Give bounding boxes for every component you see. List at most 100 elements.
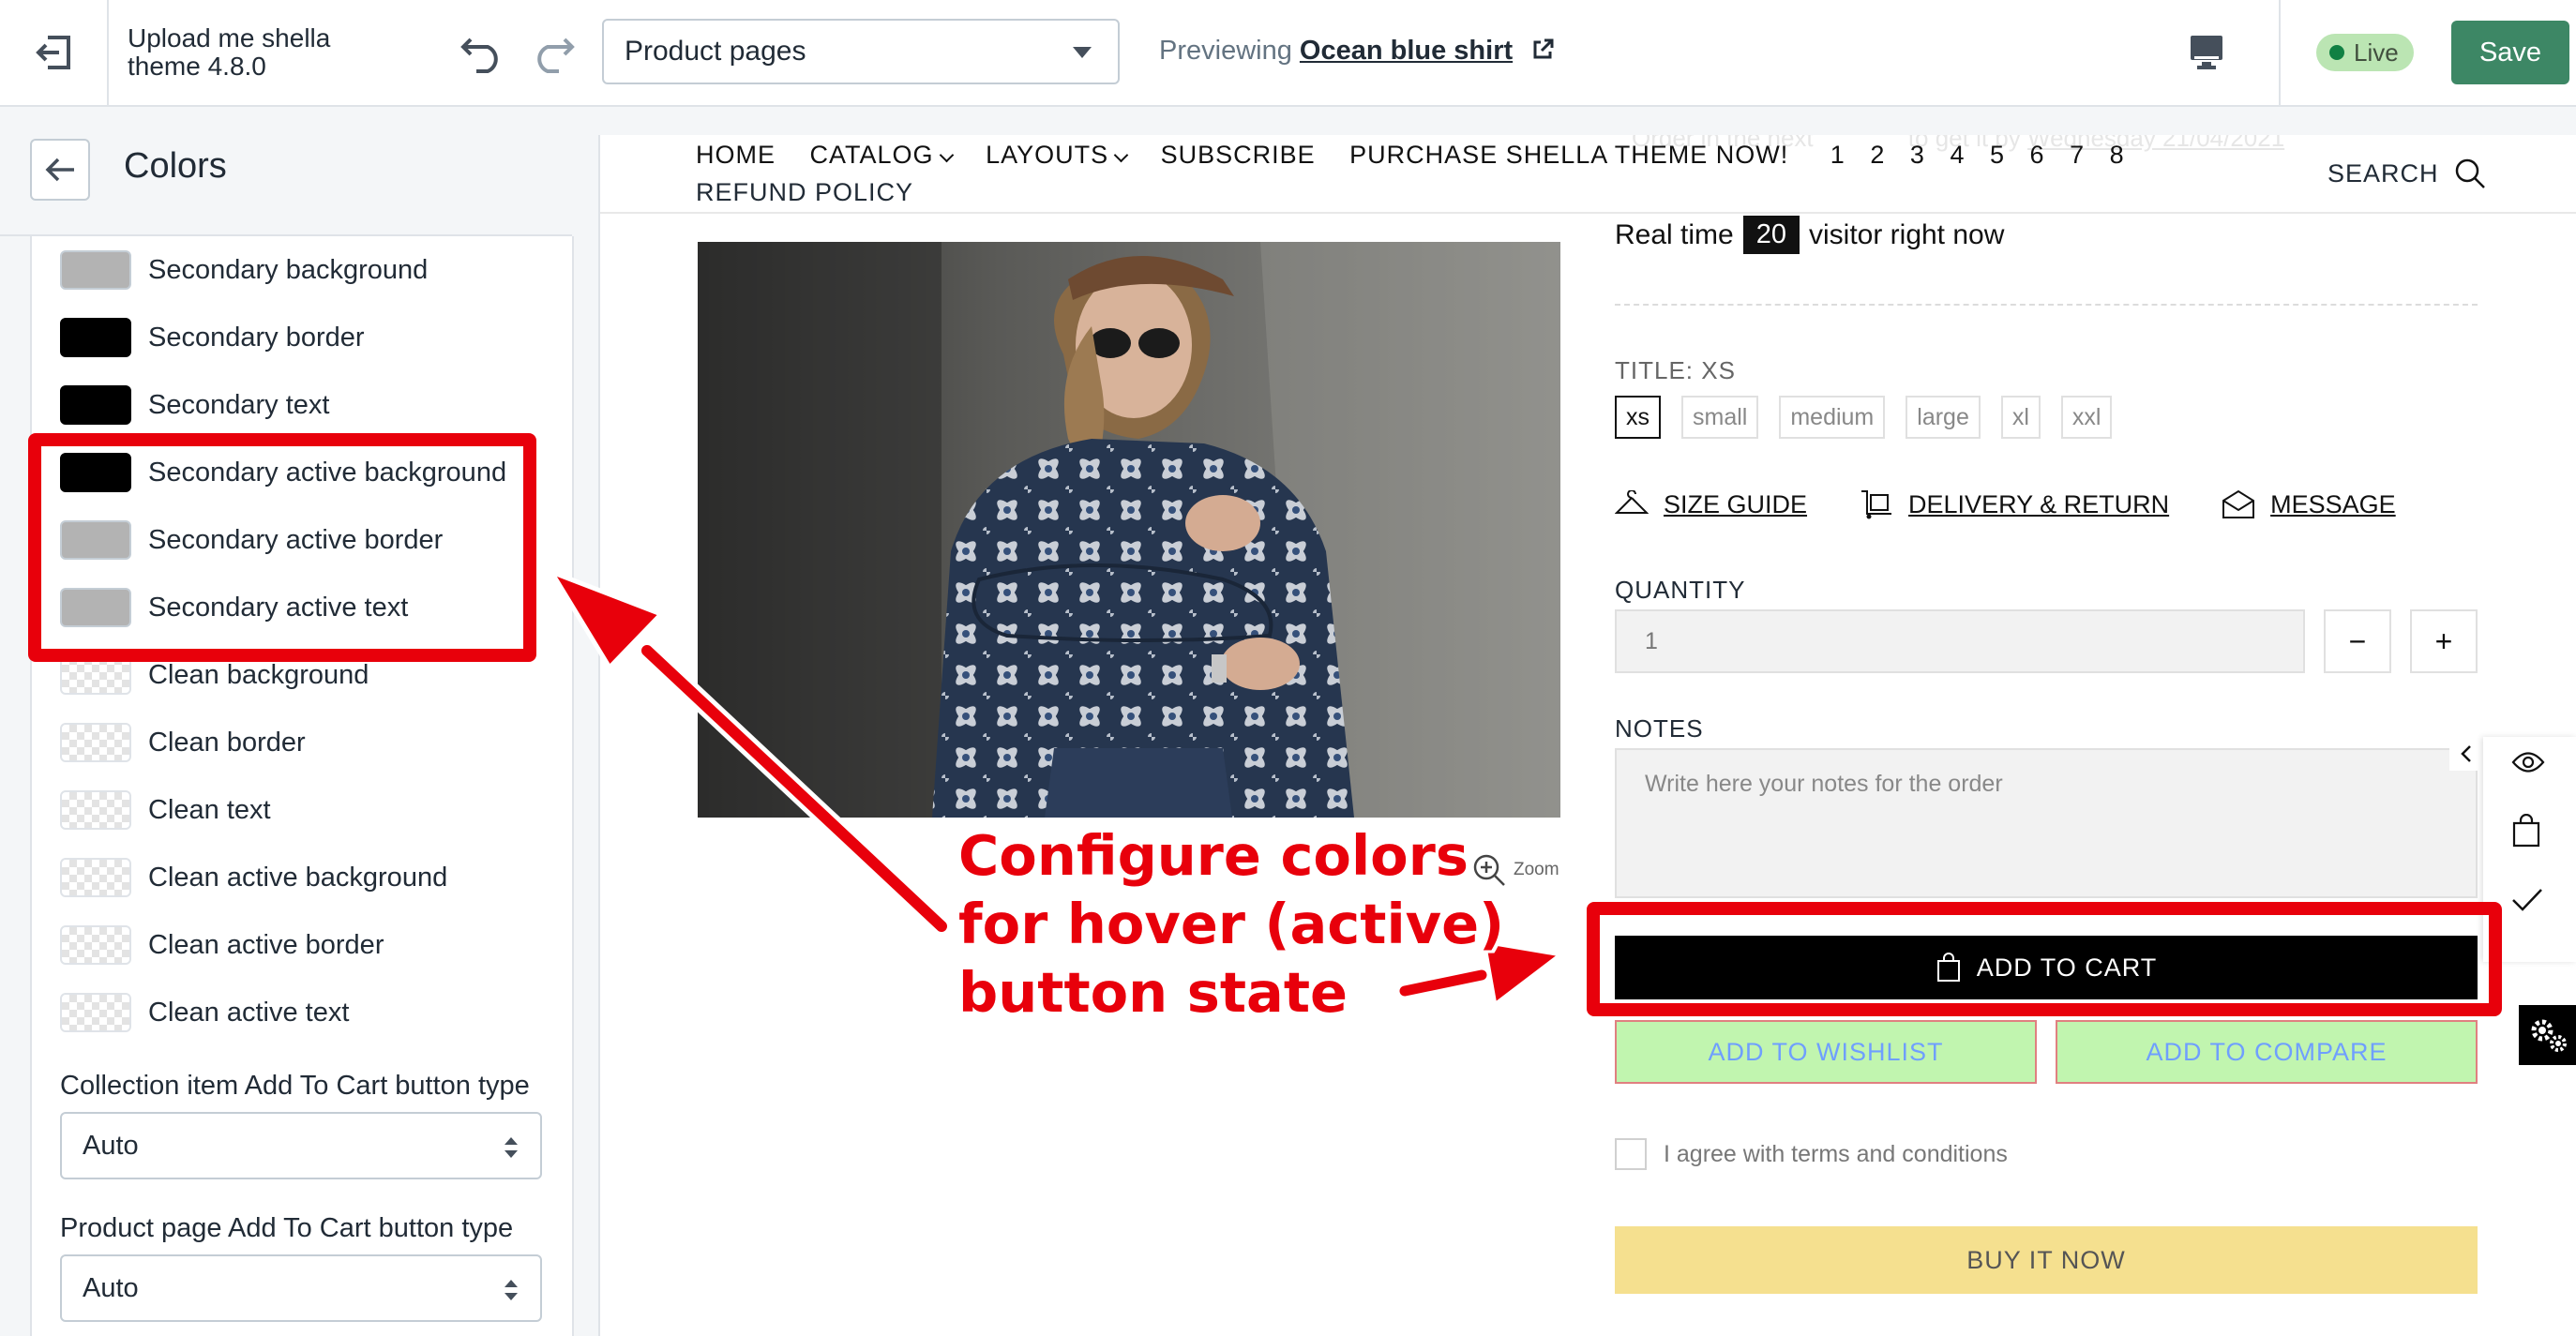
- colors-settings-list: Secondary background Secondary border Se…: [30, 236, 574, 1336]
- nav-number-link[interactable]: 8: [2110, 141, 2125, 170]
- variant-title-label: TITLE: XS: [1615, 356, 1736, 384]
- color-swatch[interactable]: [60, 520, 131, 560]
- color-setting-label: Clean text: [148, 794, 271, 825]
- chevron-down-icon: [1113, 147, 1129, 163]
- desktop-view-icon[interactable]: [2189, 34, 2224, 71]
- terms-checkbox-row[interactable]: I agree with terms and conditions: [1615, 1138, 2008, 1170]
- add-to-compare-button[interactable]: ADD TO COMPARE: [2056, 1020, 2478, 1084]
- nav-number-link[interactable]: 1: [1830, 141, 1845, 170]
- external-link-icon[interactable]: [1531, 38, 1554, 61]
- product-cart-type-select[interactable]: Auto: [60, 1254, 542, 1322]
- main-navigation: HOME CATALOG LAYOUTS SUBSCRIBE PURCHASE …: [696, 141, 2142, 170]
- color-setting-row[interactable]: Secondary active text: [60, 581, 408, 634]
- nav-home[interactable]: HOME: [696, 141, 776, 170]
- size-option-large[interactable]: large: [1906, 396, 1981, 439]
- color-setting-label: Secondary background: [148, 254, 429, 285]
- caret-down-icon: [1073, 47, 1092, 58]
- color-setting-label: Clean active background: [148, 862, 448, 893]
- quantity-input[interactable]: 1: [1615, 609, 2305, 673]
- color-setting-label: Secondary text: [148, 389, 330, 420]
- nav-layouts[interactable]: LAYOUTS: [986, 141, 1129, 170]
- exit-editor-button[interactable]: [0, 0, 109, 105]
- check-icon[interactable]: [2511, 887, 2543, 913]
- back-button[interactable]: [30, 139, 90, 201]
- color-setting-row[interactable]: Secondary active border: [60, 514, 443, 566]
- nav-catalog[interactable]: CATALOG: [810, 141, 954, 170]
- nav-number-link[interactable]: 5: [1990, 141, 2005, 170]
- collection-cart-type-select[interactable]: Auto: [60, 1112, 542, 1179]
- color-swatch[interactable]: [60, 250, 131, 290]
- shopping-bag-icon[interactable]: [2511, 814, 2541, 848]
- add-to-wishlist-button[interactable]: ADD TO WISHLIST: [1615, 1020, 2037, 1084]
- nav-subscribe[interactable]: SUBSCRIBE: [1161, 141, 1316, 170]
- chevron-left-icon: [2461, 745, 2471, 762]
- color-swatch[interactable]: [60, 318, 131, 357]
- color-setting-row[interactable]: Clean background: [60, 649, 369, 701]
- color-setting-row[interactable]: Secondary background: [60, 244, 428, 296]
- storefront-preview: Order in the next to get it by Wednesday…: [598, 135, 2576, 1336]
- size-guide-label: SIZE GUIDE: [1664, 489, 1808, 518]
- settings-gear-button[interactable]: [2519, 1005, 2576, 1065]
- nav-number-link[interactable]: 2: [1870, 141, 1885, 170]
- buy-it-now-button[interactable]: BUY IT NOW: [1615, 1226, 2478, 1294]
- color-setting-row[interactable]: Secondary active background: [60, 446, 506, 499]
- color-swatch[interactable]: [60, 858, 131, 897]
- terms-checkbox[interactable]: [1615, 1138, 1647, 1170]
- color-swatch[interactable]: [60, 925, 131, 965]
- color-setting-label: Clean background: [148, 659, 369, 690]
- color-swatch[interactable]: [60, 385, 131, 425]
- color-swatch[interactable]: [60, 588, 131, 627]
- color-swatch[interactable]: [60, 723, 131, 762]
- color-swatch[interactable]: [60, 655, 131, 695]
- nav-purchase[interactable]: PURCHASE SHELLA THEME NOW!: [1349, 141, 1788, 170]
- color-setting-row[interactable]: Clean border: [60, 716, 306, 769]
- nav-number-link[interactable]: 6: [2030, 141, 2045, 170]
- add-to-cart-button[interactable]: ADD TO CART: [1615, 936, 2478, 999]
- quantity-decrease-button[interactable]: −: [2324, 609, 2391, 673]
- panel-title: Colors: [124, 146, 227, 186]
- message-link[interactable]: MESSAGE: [2222, 489, 2396, 519]
- size-option-xxl[interactable]: xxl: [2060, 396, 2113, 439]
- zoom-label: Zoom: [1514, 860, 1559, 879]
- shopping-bag-icon: [1936, 953, 1960, 982]
- color-swatch[interactable]: [60, 993, 131, 1032]
- color-setting-row[interactable]: Clean active text: [60, 986, 349, 1039]
- redo-icon[interactable]: [531, 30, 576, 73]
- size-option-small[interactable]: small: [1681, 396, 1759, 439]
- quantity-increase-button[interactable]: +: [2410, 609, 2478, 673]
- nav-number-link[interactable]: 7: [2070, 141, 2085, 170]
- nav-number-link[interactable]: 3: [1910, 141, 1925, 170]
- color-swatch[interactable]: [60, 453, 131, 492]
- nav-refund-policy[interactable]: REFUND POLICY: [696, 178, 913, 207]
- live-label: Live: [2354, 38, 2399, 67]
- color-setting-row[interactable]: Secondary text: [60, 379, 329, 431]
- page-type-select[interactable]: Product pages: [602, 19, 1120, 84]
- nav-number-link[interactable]: 4: [1950, 141, 1965, 170]
- undo-icon[interactable]: [459, 30, 505, 73]
- product-info-links: SIZE GUIDE DELIVERY & RETURN MESSAGE: [1615, 489, 2396, 519]
- header-divider: [600, 212, 2576, 214]
- color-setting-row[interactable]: Secondary border: [60, 311, 365, 364]
- delivery-return-link[interactable]: DELIVERY & RETURN: [1860, 489, 2169, 519]
- color-swatch[interactable]: [60, 790, 131, 830]
- eye-icon[interactable]: [2511, 750, 2545, 774]
- tools-collapse-button[interactable]: [2449, 737, 2483, 771]
- color-setting-row[interactable]: Clean active border: [60, 919, 384, 971]
- save-button[interactable]: Save: [2451, 21, 2569, 84]
- notes-textarea[interactable]: Write here your notes for the order: [1615, 748, 2478, 898]
- color-setting-row[interactable]: Clean text: [60, 784, 271, 836]
- theme-name: Upload me shella theme 4.8.0: [128, 24, 330, 81]
- delivery-return-label: DELIVERY & RETURN: [1908, 489, 2170, 518]
- size-option-xs[interactable]: xs: [1615, 396, 1661, 439]
- search-link[interactable]: SEARCH: [2327, 158, 2486, 189]
- size-option-xl[interactable]: xl: [2000, 396, 2041, 439]
- previewing-product-link[interactable]: Ocean blue shirt: [1300, 36, 1513, 66]
- size-option-medium[interactable]: medium: [1779, 396, 1886, 439]
- quantity-label: QUANTITY: [1615, 576, 1746, 604]
- size-guide-link[interactable]: SIZE GUIDE: [1615, 489, 1807, 519]
- exit-icon: [36, 36, 70, 69]
- arrow-left-icon: [45, 158, 74, 182]
- color-setting-label: Secondary border: [148, 322, 365, 353]
- product-image[interactable]: [698, 242, 1560, 818]
- color-setting-row[interactable]: Clean active background: [60, 851, 447, 904]
